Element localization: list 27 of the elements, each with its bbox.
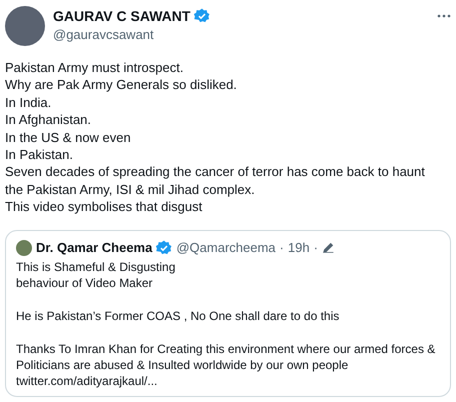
quoted-tweet-card[interactable] [5,230,451,397]
tweet-text-line: Why are Pak Army Generals so disliked. [5,76,238,94]
author-name[interactable]: GAURAV C SAWANT [53,8,190,24]
pencil-icon [322,241,335,254]
quoted-text-line: He is Pakistan’s Former COAS , No One shall dare to do this [16,308,340,324]
separator-dot: · [314,240,318,256]
tweet-text-line: In India. [5,94,52,112]
author-handle[interactable]: @gauravcsawant [53,27,210,42]
tweet-text-line: This video symbolises that disgust [5,198,204,216]
quoted-text-line: behaviour of Video Maker [16,275,154,292]
more-options-icon[interactable] [437,14,451,18]
tweet-text-line: In the US & now even [5,128,132,146]
tweet-text-line: Pakistan Army must introspect. [5,59,184,76]
quoted-avatar [16,240,32,256]
quoted-author-handle: @Qamarcheema [176,240,276,256]
quoted-author-name: Dr. Qamar Cheema [36,240,152,256]
tweet-text-line: the Pakistan Army, ISI & mil Jihad complex. [5,180,256,198]
quoted-link-text: twitter.com/adityarajkaul/... [16,373,158,390]
quoted-text-line: This is Shameful & Disgusting [16,258,176,276]
tweet-text-line: In Afghanistan. [5,111,92,129]
avatar[interactable] [5,6,45,46]
tweet-text-line: In Pakistan. [5,146,74,164]
tweet-time: 19h [288,240,310,256]
separator-dot: · [280,240,284,256]
tweet-text-line: Seven decades of spreading the cancer of terror has come back to haunt [5,163,426,181]
quoted-text-line: Thanks To Imran Khan for Creating this environment where our armed forces & [16,340,436,358]
quoted-text-line: Politicians are abused & Insulted worldwide by our own people [16,357,350,374]
